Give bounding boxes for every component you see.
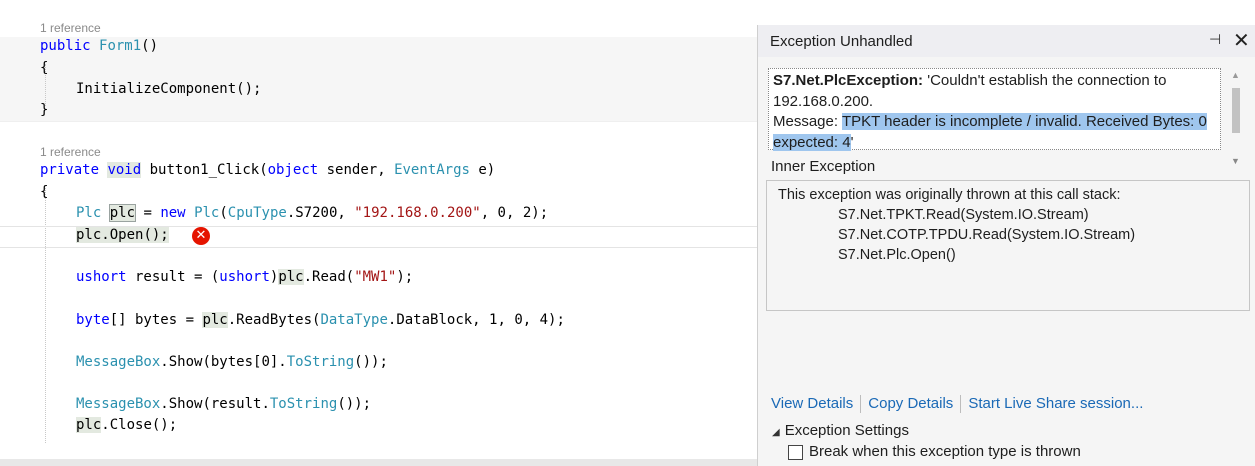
close-icon[interactable]: ✕ (1233, 28, 1250, 52)
error-icon[interactable]: ✕ (192, 227, 210, 245)
code-line[interactable]: MessageBox.Show(bytes[0].ToString()); (76, 352, 388, 373)
collapse-triangle-icon: ◢ (772, 427, 780, 438)
scroll-up-icon[interactable]: ▲ (1231, 70, 1240, 80)
code-text: .ReadBytes( (227, 312, 321, 328)
call-stack-intro: This exception was originally thrown at … (778, 187, 1121, 203)
method-name: ToString (269, 396, 338, 412)
link-divider (860, 395, 862, 414)
type-name: Plc (194, 205, 220, 221)
call-stack-frame: S7.Net.COTP.TPDU.Read(System.IO.Stream) (838, 227, 1136, 243)
code-text: ()); (337, 396, 372, 412)
code-line[interactable]: private void button1_Click(object sender… (40, 160, 495, 181)
exception-settings-toggle[interactable]: ◢ Exception Settings (772, 422, 909, 439)
code-text: ); (396, 269, 414, 285)
message-label: Message: (773, 113, 842, 130)
codelens-references[interactable]: 1 reference (40, 145, 101, 159)
keyword: ushort (219, 269, 270, 285)
exception-message-box[interactable]: S7.Net.PlcException: 'Couldn't establish… (768, 68, 1221, 153)
copy-details-link[interactable]: Copy Details (868, 395, 953, 412)
keyword: private (40, 162, 100, 178)
exception-type: S7.Net.PlcException: (773, 72, 924, 89)
variable: plc (108, 204, 137, 222)
horizontal-scrollbar[interactable] (0, 459, 758, 466)
keyword: new (160, 205, 186, 221)
call-stack-frame: S7.Net.TPKT.Read(System.IO.Stream) (838, 207, 1089, 223)
variable-name: plc (76, 227, 102, 243)
code-text: result = ( (126, 269, 220, 285)
type-name: MessageBox (76, 396, 161, 412)
code-text: .Open(); (101, 227, 169, 243)
code-text: sender, (318, 162, 395, 178)
code-text: ()); (354, 354, 388, 370)
exception-settings-label: Exception Settings (784, 422, 909, 439)
keyword: public (40, 38, 91, 54)
link-divider (960, 395, 962, 414)
code-text: .DataBlock, 1, 0, 4); (387, 312, 565, 328)
method-name: button1_Click (149, 162, 260, 178)
code-line[interactable]: } (40, 100, 48, 121)
code-text: [] bytes = (109, 312, 203, 328)
action-links: View Details Copy Details Start Live Share… (771, 395, 1143, 414)
code-text: , 0, 2); (480, 205, 549, 221)
call-stack-frame: S7.Net.Plc.Open() (838, 247, 956, 263)
type-name: Plc (76, 205, 102, 221)
code-text: ( (219, 205, 228, 221)
code-line[interactable]: MessageBox.Show(result.ToString()); (76, 394, 371, 415)
popup-header: Exception Unhandled ⊣ ✕ (758, 25, 1255, 57)
code-line[interactable]: ushort result = (ushort)plc.Read("MW1"); (76, 267, 413, 288)
exception-popup: Exception Unhandled ⊣ ✕ S7.Net.PlcExcept… (757, 25, 1255, 466)
code-line[interactable]: byte[] bytes = plc.ReadBytes(DataType.Da… (76, 310, 565, 331)
code-text: .Close(); (101, 417, 178, 433)
code-text: () (141, 38, 159, 54)
break-checkbox[interactable] (788, 445, 803, 460)
type-name: MessageBox (76, 354, 161, 370)
variable: plc (202, 312, 228, 328)
break-checkbox-label[interactable]: Break when this exception type is thrown (809, 443, 1081, 460)
inner-exception-label: Inner Exception (771, 158, 876, 175)
code-text: .Read( (303, 269, 355, 285)
code-text: = (135, 205, 161, 221)
call-stack-box[interactable]: This exception was originally thrown at … (766, 180, 1250, 311)
string-literal: "192.168.0.200" (354, 205, 481, 221)
code-line[interactable]: { (40, 58, 48, 79)
live-share-link[interactable]: Start Live Share session... (968, 395, 1143, 412)
code-line[interactable]: { (40, 182, 48, 203)
string-literal: "MW1" (354, 269, 397, 285)
type-name: Form1 (99, 38, 142, 54)
pin-icon[interactable]: ⊣ (1209, 32, 1221, 48)
vertical-scrollbar[interactable]: ▲ ▼ (1228, 68, 1243, 170)
code-text: e) (469, 162, 496, 178)
code-line[interactable]: plc.Close(); (76, 415, 177, 436)
code-text: .Show(result. (160, 396, 270, 412)
variable: plc (278, 269, 304, 285)
keyword: void (107, 162, 142, 178)
type-name: EventArgs (394, 162, 470, 178)
code-text: .S7200, (286, 205, 355, 221)
code-line[interactable]: Plc plc = new Plc(CpuType.S7200, "192.16… (76, 203, 548, 224)
code-line[interactable]: InitializeComponent(); (76, 79, 261, 100)
keyword: byte (76, 312, 110, 328)
method-name: ToString (286, 354, 355, 370)
variable: plc.Open(); (76, 227, 169, 243)
popup-title: Exception Unhandled (770, 33, 913, 50)
variable: plc (76, 417, 102, 433)
type-name: CpuType (227, 205, 287, 221)
type-name: DataType (320, 312, 388, 328)
view-details-link[interactable]: View Details (771, 395, 853, 412)
keyword: object (267, 162, 319, 178)
code-line[interactable]: public Form1() (40, 36, 158, 57)
scroll-down-icon[interactable]: ▼ (1231, 156, 1240, 166)
scroll-thumb[interactable] (1232, 88, 1240, 133)
exception-message: S7.Net.PlcException: 'Couldn't establish… (773, 71, 1213, 153)
method-separator (0, 121, 760, 122)
codelens-references[interactable]: 1 reference (40, 21, 101, 35)
keyword: ushort (76, 269, 127, 285)
message-end: ' (850, 133, 854, 151)
code-text: ( (259, 162, 268, 178)
code-line-current[interactable]: plc.Open(); (76, 225, 169, 246)
code-text: .Show(bytes[0]. (160, 354, 287, 370)
